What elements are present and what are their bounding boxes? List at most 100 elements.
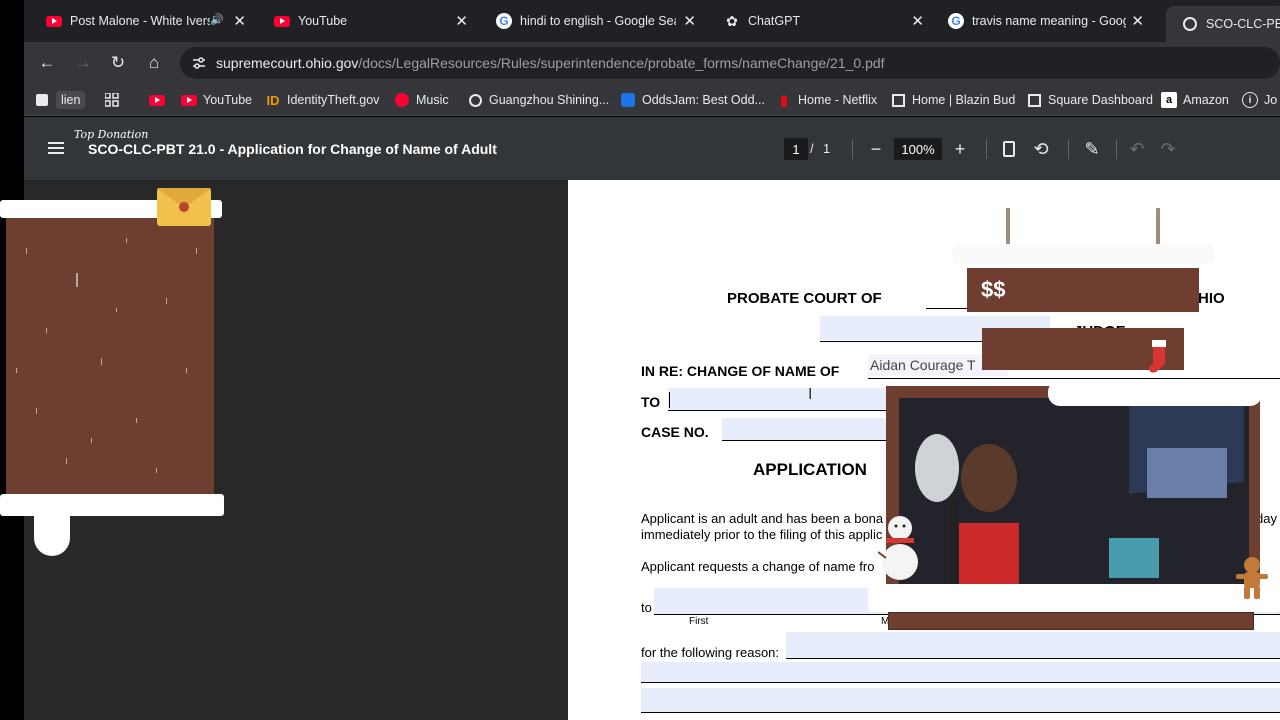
youtube-icon	[181, 92, 197, 108]
case-no-field[interactable]	[722, 418, 888, 440]
divider	[1068, 139, 1069, 159]
back-icon[interactable]: ←	[36, 52, 58, 74]
close-icon[interactable]: ✕	[455, 12, 468, 30]
text-cursor	[669, 392, 670, 408]
to-label: TO	[641, 394, 661, 410]
to-line	[668, 410, 888, 411]
gingerbread-icon	[1236, 557, 1268, 599]
close-icon[interactable]: ✕	[911, 12, 924, 30]
annotate-icon[interactable]: ✎	[1080, 137, 1104, 161]
envelope-icon	[157, 188, 211, 226]
zoom-in-icon[interactable]: +	[948, 137, 972, 161]
amazon-icon: a	[1161, 92, 1177, 108]
square-icon	[1026, 92, 1042, 108]
county-line	[926, 308, 968, 309]
bookmark-amazon[interactable]: a Amazon	[1161, 90, 1229, 110]
top-donation-label: Top Donation	[74, 128, 149, 141]
page-separator: /	[810, 141, 814, 156]
new-name-field[interactable]	[668, 388, 888, 410]
netflix-icon: ▮	[780, 91, 788, 108]
bookmark-square[interactable]: Square Dashboard	[1026, 90, 1153, 110]
paragraph-1-line-2: immediately prior to the filing of this …	[641, 527, 883, 542]
webcam-shelf	[888, 612, 1254, 630]
tab-hindi-search[interactable]: G hindi to english - Google Search ✕	[480, 6, 706, 36]
first-caption: First	[689, 616, 709, 627]
ibeam-cursor-icon: I	[808, 386, 813, 403]
reason-line-2	[641, 682, 1280, 683]
rotate-icon[interactable]: ⟲	[1029, 137, 1053, 161]
id-icon: ID	[266, 92, 280, 108]
webcam-snow-ledge	[868, 584, 1280, 612]
bookmark-identitytheft[interactable]: ID IdentityTheft.gov	[265, 90, 380, 110]
square-icon	[890, 92, 906, 108]
bookmark-blazin-bud[interactable]: Home | Blazin Bud	[890, 90, 1015, 110]
tab-pdf-active[interactable]: SCO-CLC-PBT 21	[1166, 6, 1280, 42]
screen: Post Malone - White Iverson 🔊 ✕ YouTube …	[0, 0, 1280, 720]
divider	[986, 139, 987, 159]
menu-icon[interactable]	[48, 142, 64, 154]
folder-icon	[34, 92, 50, 108]
url-path: /docs/LegalResources/Rules/superintenden…	[358, 55, 885, 71]
bookmark-label: lien	[56, 91, 86, 109]
bookmark-label: Amazon	[1183, 93, 1229, 107]
bookmark-lien[interactable]: lien	[34, 90, 86, 110]
tab-title: travis name meaning - Google Search	[972, 14, 1126, 28]
fit-page-icon[interactable]	[997, 137, 1021, 161]
reason-line-3	[641, 712, 1280, 713]
tab-strip: Post Malone - White Iverson 🔊 ✕ YouTube …	[24, 0, 1280, 42]
to-line-label: to	[641, 600, 652, 615]
forward-icon[interactable]: →	[72, 52, 94, 74]
close-icon[interactable]: ✕	[233, 12, 246, 30]
zoom-input[interactable]: 100%	[894, 138, 942, 160]
address-bar[interactable]: supremecourt.ohio.gov/docs/LegalResource…	[180, 47, 1280, 79]
tab-post-malone[interactable]: Post Malone - White Iverson 🔊 ✕	[30, 6, 256, 36]
close-icon[interactable]: ✕	[683, 12, 696, 30]
reason-field-2[interactable]	[641, 662, 1280, 682]
reload-icon[interactable]: ↻	[107, 52, 129, 74]
bookmark-oddsjam[interactable]: OddsJam: Best Odd...	[620, 90, 765, 110]
chatgpt-icon: ✿	[726, 12, 738, 29]
donation-scroll-panel	[6, 218, 214, 494]
bookmark-label: YouTube	[203, 93, 253, 107]
bookmark-guangzhou[interactable]: Guangzhou Shining...	[467, 90, 609, 110]
bookmark-youtube-icon-only[interactable]	[149, 90, 171, 110]
globe-icon	[467, 92, 483, 108]
bookmark-label: Home | Blazin Bud	[912, 93, 1016, 107]
close-icon[interactable]: ✕	[1131, 12, 1144, 30]
divider	[852, 139, 853, 159]
pdf-title: SCO-CLC-PBT 21.0 - Application for Chang…	[88, 141, 497, 157]
bookmark-netflix[interactable]: ▮ Home - Netflix	[776, 90, 877, 110]
pdf-toolbar: Top Donation SCO-CLC-PBT 21.0 - Applicat…	[24, 117, 1280, 180]
reason-field[interactable]	[786, 632, 1280, 658]
court-heading: PROBATE COURT OF	[727, 290, 882, 307]
paragraph-2: Applicant requests a change of name fro	[641, 559, 875, 574]
ohio-label: HIO	[1198, 290, 1225, 307]
oddsjam-icon	[620, 92, 636, 108]
bookmark-label: Square Dashboard	[1048, 93, 1153, 107]
sign-rope-left	[1006, 208, 1010, 244]
zoom-out-icon[interactable]: −	[864, 137, 888, 161]
undo-icon[interactable]: ↶	[1125, 137, 1149, 161]
tab-title: hindi to english - Google Search	[520, 14, 676, 28]
tab-travis-search[interactable]: G travis name meaning - Google Search ✕	[932, 6, 1154, 36]
bookmark-label: Jo	[1264, 93, 1278, 107]
browser-toolbar: ← → ↻ ⌂ supremecourt.ohio.gov/docs/Legal…	[24, 42, 1280, 84]
reason-field-3[interactable]	[641, 688, 1280, 712]
site-info-icon[interactable]	[192, 56, 206, 70]
tab-youtube[interactable]: YouTube ✕	[258, 6, 478, 36]
tab-chatgpt[interactable]: ✿ ChatGPT ✕	[708, 6, 934, 36]
snowfall-texture	[16, 238, 197, 473]
bookmark-music[interactable]: Music	[394, 90, 449, 110]
application-heading: APPLICATION	[753, 460, 867, 479]
home-icon[interactable]: ⌂	[143, 52, 165, 74]
page-number-input[interactable]: 1	[784, 138, 808, 160]
bookmark-apps[interactable]	[104, 90, 126, 110]
speaker-icon[interactable]: 🔊	[210, 13, 224, 26]
tab-title: YouTube	[298, 14, 348, 28]
redo-icon[interactable]: ↷	[1156, 137, 1180, 161]
bookmark-jo[interactable]: i Jo	[1242, 90, 1277, 110]
sign-snow-cap	[952, 244, 1214, 264]
in-re-line	[868, 378, 1280, 379]
bookmark-youtube[interactable]: YouTube	[181, 90, 252, 110]
stocking-icon	[1149, 340, 1166, 373]
